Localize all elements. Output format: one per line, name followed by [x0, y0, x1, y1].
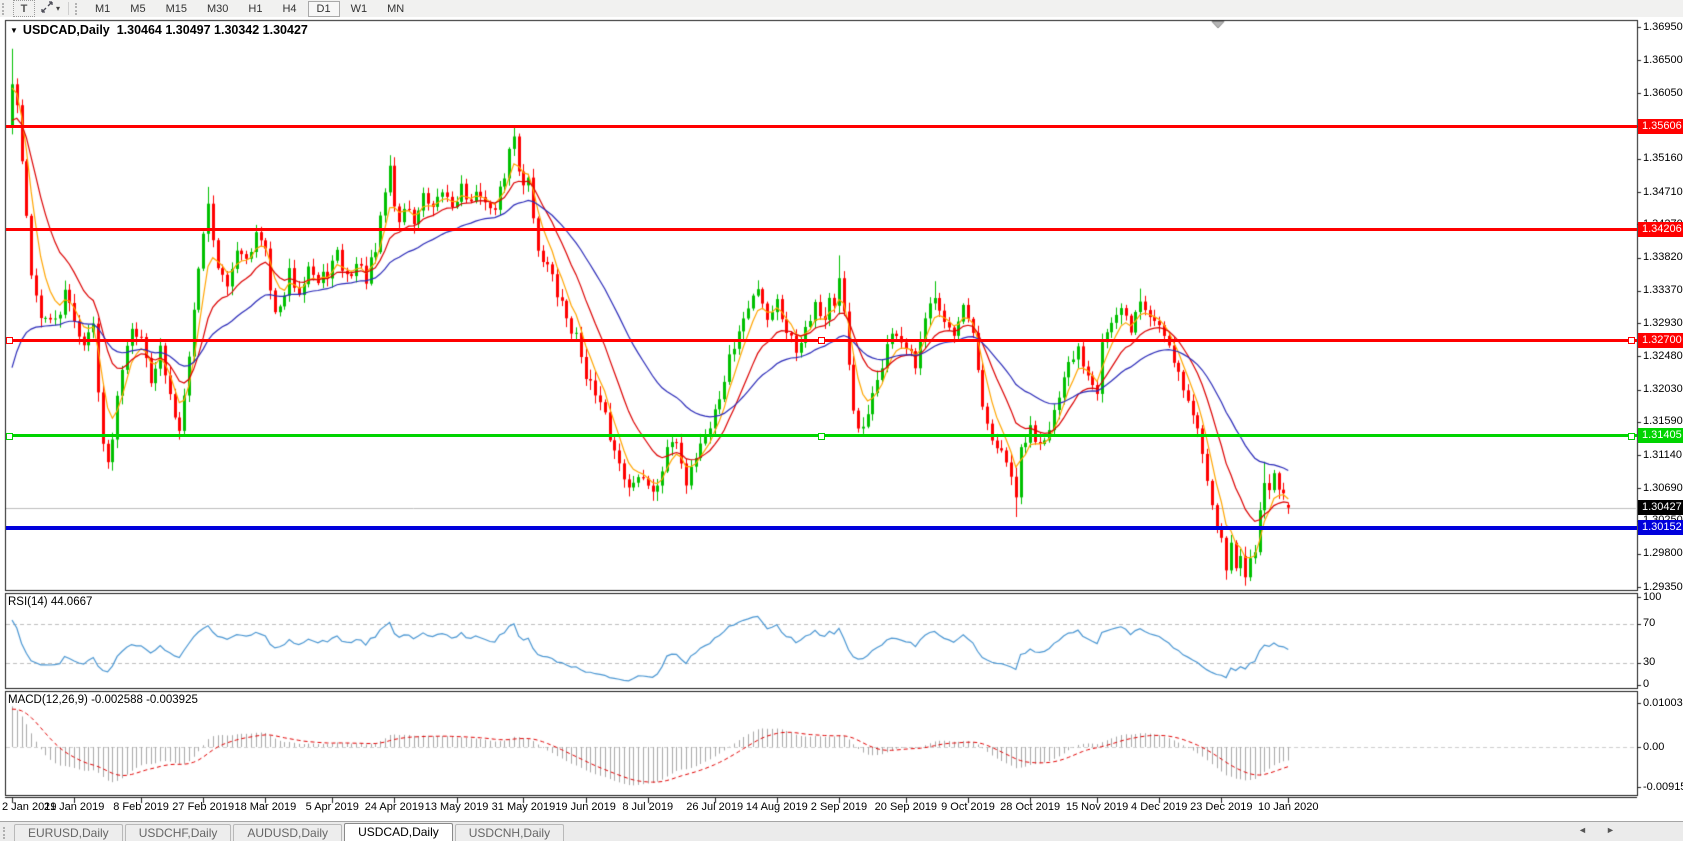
price-level-badge: 1.35606	[1638, 118, 1683, 134]
date-axis-label: 8 Jul 2019	[622, 801, 674, 813]
price-level-badge: 1.32700	[1638, 332, 1683, 348]
rsi-indicator-label: RSI(14) 44.0667	[8, 596, 93, 608]
symbol-period-label: USDCAD,Daily	[22, 23, 110, 37]
price-axis-label: 1.31140	[1643, 448, 1682, 461]
horizontal-level-line-1.35606[interactable]	[6, 124, 1637, 128]
date-axis-label: 10 Jan 2020	[1257, 801, 1319, 813]
date-axis-label: 5 Apr 2019	[305, 801, 359, 813]
rsi-axis-label: 0	[1643, 677, 1650, 690]
ohlc-values: 1.30464 1.30497 1.30342 1.30427	[116, 23, 308, 37]
price-axis-label: 1.29800	[1643, 547, 1683, 560]
rsi-axis-label: 100	[1643, 590, 1662, 603]
date-axis-label: 31 May 2019	[491, 801, 556, 813]
chart-title: ▼ USDCAD,Daily 1.30464 1.30497 1.30342 1.…	[10, 23, 308, 37]
date-axis-label: 9 Oct 2019	[941, 801, 995, 813]
price-axis-label: 1.33370	[1643, 284, 1683, 297]
macd-axis-label: -0.009153	[1643, 780, 1683, 793]
rsi-axis-label: 70	[1643, 617, 1656, 630]
date-axis-label: 2 Sep 2019	[810, 801, 868, 813]
price-axis-label: 1.31590	[1643, 415, 1683, 428]
bid-price-badge: 1.30427	[1638, 500, 1683, 516]
date-axis-label: 4 Dec 2019	[1131, 801, 1188, 813]
date-axis-label: 14 Aug 2019	[745, 801, 808, 813]
date-axis-label: 26 Jul 2019	[686, 801, 744, 813]
price-axis-label: 1.36950	[1643, 20, 1683, 33]
price-axis-label: 1.32480	[1643, 349, 1683, 362]
date-axis-label: 18 Mar 2019	[234, 801, 297, 813]
date-axis-label: 19 Jun 2019	[555, 801, 616, 813]
line-drag-handle[interactable]	[818, 432, 825, 440]
macd-axis-label: 0.00	[1643, 740, 1665, 753]
line-drag-handle[interactable]	[6, 337, 13, 345]
date-axis-label: 23 Dec 2019	[1190, 801, 1253, 813]
price-level-badge: 1.31405	[1638, 428, 1683, 444]
collapse-triangle-icon[interactable]: ▼	[10, 26, 18, 35]
price-axis-label: 1.32930	[1643, 316, 1683, 329]
date-axis-label: 20 Sep 2019	[874, 801, 938, 813]
date-axis-label: 15 Nov 2019	[1065, 801, 1129, 813]
price-axis-label: 1.36050	[1643, 86, 1683, 99]
price-axis-label: 1.36500	[1643, 53, 1683, 66]
horizontal-level-line-1.30152[interactable]	[6, 525, 1637, 530]
date-axis-label: 21 Jan 2019	[43, 801, 105, 813]
line-drag-handle[interactable]	[818, 337, 825, 345]
rsi-axis-label: 30	[1643, 656, 1656, 669]
date-axis-label: 13 May 2019	[424, 801, 489, 813]
price-axis-label: 1.32030	[1643, 383, 1683, 396]
horizontal-level-line-1.34206[interactable]	[6, 227, 1637, 231]
line-drag-handle[interactable]	[1628, 432, 1635, 440]
date-axis-label: 27 Feb 2019	[172, 801, 235, 813]
line-drag-handle[interactable]	[6, 432, 13, 440]
price-level-badge: 1.30152	[1638, 520, 1683, 536]
price-axis-label: 1.33820	[1643, 251, 1683, 264]
price-level-badge: 1.34206	[1638, 221, 1683, 237]
macd-indicator-label: MACD(12,26,9) -0.002588 -0.003925	[8, 694, 198, 706]
date-axis-label: 28 Oct 2019	[1000, 801, 1061, 813]
macd-axis-label: 0.010035	[1643, 696, 1683, 709]
price-axis-label: 1.30690	[1643, 481, 1683, 494]
price-axis-label: 1.35160	[1643, 152, 1683, 165]
date-axis-label: 24 Apr 2019	[364, 801, 425, 813]
price-axis-label: 1.34710	[1643, 185, 1683, 198]
trading-terminal-window: T ▾ M1M5M15M30H1H4D1W1MN ▼USDCAD,Daily 1…	[0, 0, 1683, 841]
date-axis-label: 8 Feb 2019	[113, 801, 169, 813]
line-drag-handle[interactable]	[1628, 337, 1635, 345]
